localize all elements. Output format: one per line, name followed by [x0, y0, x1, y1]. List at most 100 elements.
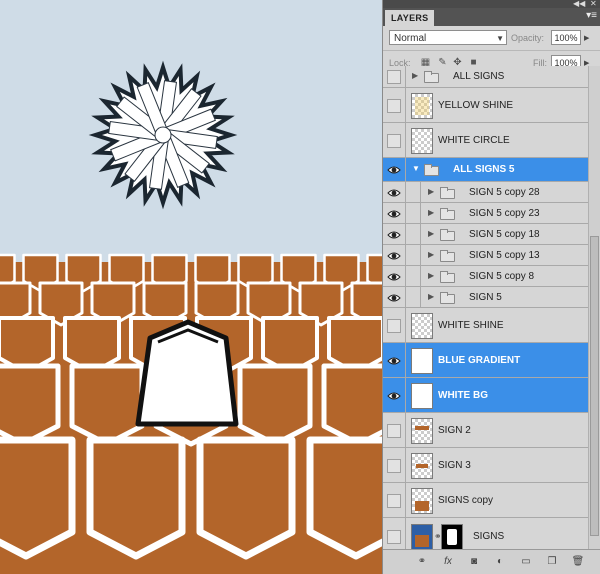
layer-row[interactable]: ▼ ALL SIGNS 5	[383, 158, 588, 182]
row-divider	[405, 66, 406, 87]
layer-row[interactable]: WHITE SHINE	[383, 308, 588, 343]
visibility-eye-icon[interactable]	[387, 291, 401, 305]
document-canvas[interactable]	[0, 0, 382, 574]
visibility-eye-icon[interactable]	[387, 70, 401, 84]
layer-name: SIGN 5 copy 18	[469, 229, 540, 240]
indent-guide	[406, 203, 421, 224]
indent-guide	[406, 266, 421, 287]
layer-row[interactable]: BLUE GRADIENT	[383, 343, 588, 378]
visibility-eye-icon[interactable]	[387, 319, 401, 333]
layer-name: ALL SIGNS 5	[453, 164, 515, 175]
add-mask-icon[interactable]: ◙	[467, 555, 481, 568]
panel-title-strip: ◀◀ ✕	[383, 0, 600, 8]
floor-sign-shape	[196, 436, 296, 560]
link-layers-icon[interactable]: ⚭	[415, 555, 429, 568]
layer-row[interactable]: ▶ SIGN 5 copy 28	[383, 182, 588, 203]
layer-row[interactable]: SIGN 3	[383, 448, 588, 483]
layer-row[interactable]: ⚭ SIGNS	[383, 518, 588, 550]
fx-icon[interactable]: fx	[441, 555, 455, 568]
expand-triangle-icon[interactable]: ▶	[428, 229, 434, 238]
row-divider	[405, 518, 406, 550]
layer-row[interactable]: WHITE BG	[383, 378, 588, 413]
layer-row[interactable]: SIGNS copy	[383, 483, 588, 518]
layer-row[interactable]: ▶ SIGN 5	[383, 287, 588, 308]
layer-name: SIGNS	[473, 531, 505, 542]
indent-guide	[406, 224, 421, 245]
trash-icon[interactable]: 🗑	[571, 555, 585, 568]
layer-row[interactable]: ▶ SIGN 5 copy 8	[383, 266, 588, 287]
expand-triangle-icon[interactable]: ▶	[428, 187, 434, 196]
layer-name: ALL SIGNS	[453, 71, 505, 82]
mask-link-icon[interactable]: ⚭	[434, 531, 442, 542]
expand-triangle-icon[interactable]: ▶	[428, 208, 434, 217]
panel-menu-icon[interactable]: ▾≡	[586, 10, 597, 21]
visibility-eye-icon[interactable]	[387, 424, 401, 438]
layer-thumbnail	[411, 488, 433, 514]
opacity-label: Opacity:	[511, 33, 545, 43]
layer-row[interactable]: ▶ SIGN 5 copy 18	[383, 224, 588, 245]
visibility-eye-icon[interactable]	[387, 249, 401, 263]
visibility-eye-icon[interactable]	[387, 530, 401, 544]
layers-scrollbar[interactable]	[588, 66, 600, 550]
row-divider	[405, 378, 406, 412]
layers-panel: ◀◀ ✕ LAYERS ▾≡ Normal ▼ Opacity: 100% ▶ …	[382, 0, 600, 574]
opacity-arrow-icon[interactable]: ▶	[584, 34, 589, 42]
expand-triangle-icon[interactable]: ▶	[428, 250, 434, 259]
visibility-eye-icon[interactable]	[387, 134, 401, 148]
adjustment-layer-icon[interactable]: ◐	[493, 555, 507, 568]
layer-name: YELLOW SHINE	[438, 100, 514, 111]
row-divider	[405, 448, 406, 482]
tab-layers[interactable]: LAYERS	[385, 10, 435, 26]
layer-thumbnail	[411, 383, 433, 409]
new-layer-icon[interactable]: ❐	[545, 555, 559, 568]
panel-tab-row: LAYERS ▾≡	[383, 8, 600, 26]
folder-icon	[440, 271, 455, 283]
expand-triangle-icon[interactable]: ▶	[412, 71, 418, 80]
expand-triangle-icon[interactable]: ▶	[428, 271, 434, 280]
visibility-eye-icon[interactable]	[387, 186, 401, 200]
folder-icon	[440, 229, 455, 241]
layer-row[interactable]: ▶ SIGN 5 copy 23	[383, 203, 588, 224]
layer-row[interactable]: YELLOW SHINE	[383, 88, 588, 123]
layer-row[interactable]: WHITE CIRCLE	[383, 123, 588, 158]
collapse-icon[interactable]: ◀◀	[573, 0, 585, 8]
layer-row[interactable]: ▶ ALL SIGNS	[383, 66, 588, 88]
scrollbar-thumb[interactable]	[590, 236, 599, 536]
visibility-eye-icon[interactable]	[387, 270, 401, 284]
visibility-eye-icon[interactable]	[387, 99, 401, 113]
blend-mode-select[interactable]: Normal ▼	[389, 30, 507, 45]
visibility-eye-icon[interactable]	[387, 228, 401, 242]
visibility-eye-icon[interactable]	[387, 163, 401, 177]
folder-icon	[440, 292, 455, 304]
blend-mode-value: Normal	[394, 33, 427, 44]
layer-mask-thumbnail[interactable]	[441, 524, 463, 550]
folder-icon	[424, 71, 439, 83]
layer-name: SIGN 5 copy 28	[469, 187, 540, 198]
layer-row[interactable]: SIGN 2	[383, 413, 588, 448]
layer-row[interactable]: ▶ SIGN 5 copy 13	[383, 245, 588, 266]
row-divider	[405, 413, 406, 447]
floor-sign-shape	[69, 363, 145, 447]
layer-thumbnail	[411, 524, 433, 550]
folder-icon	[440, 187, 455, 199]
folder-icon	[440, 208, 455, 220]
folder-icon	[440, 250, 455, 262]
visibility-eye-icon[interactable]	[387, 459, 401, 473]
center-sign	[135, 319, 239, 427]
starburst-badge	[88, 60, 238, 210]
row-divider	[405, 158, 406, 181]
visibility-eye-icon[interactable]	[387, 494, 401, 508]
close-panel-icon[interactable]: ✕	[590, 0, 597, 8]
expand-triangle-icon[interactable]: ▼	[412, 164, 420, 173]
expand-triangle-icon[interactable]: ▶	[428, 292, 434, 301]
layer-name: SIGN 5 copy 23	[469, 208, 540, 219]
visibility-eye-icon[interactable]	[387, 354, 401, 368]
row-divider	[405, 343, 406, 377]
visibility-eye-icon[interactable]	[387, 389, 401, 403]
visibility-eye-icon[interactable]	[387, 207, 401, 221]
chevron-down-icon: ▼	[496, 34, 504, 43]
opacity-input[interactable]: 100%	[551, 30, 581, 45]
layers-bottom-toolbar: ⚭ fx ◙ ◐ ▭ ❐ 🗑	[383, 549, 600, 574]
floor-sign-shape	[0, 436, 76, 560]
new-group-icon[interactable]: ▭	[519, 555, 533, 568]
